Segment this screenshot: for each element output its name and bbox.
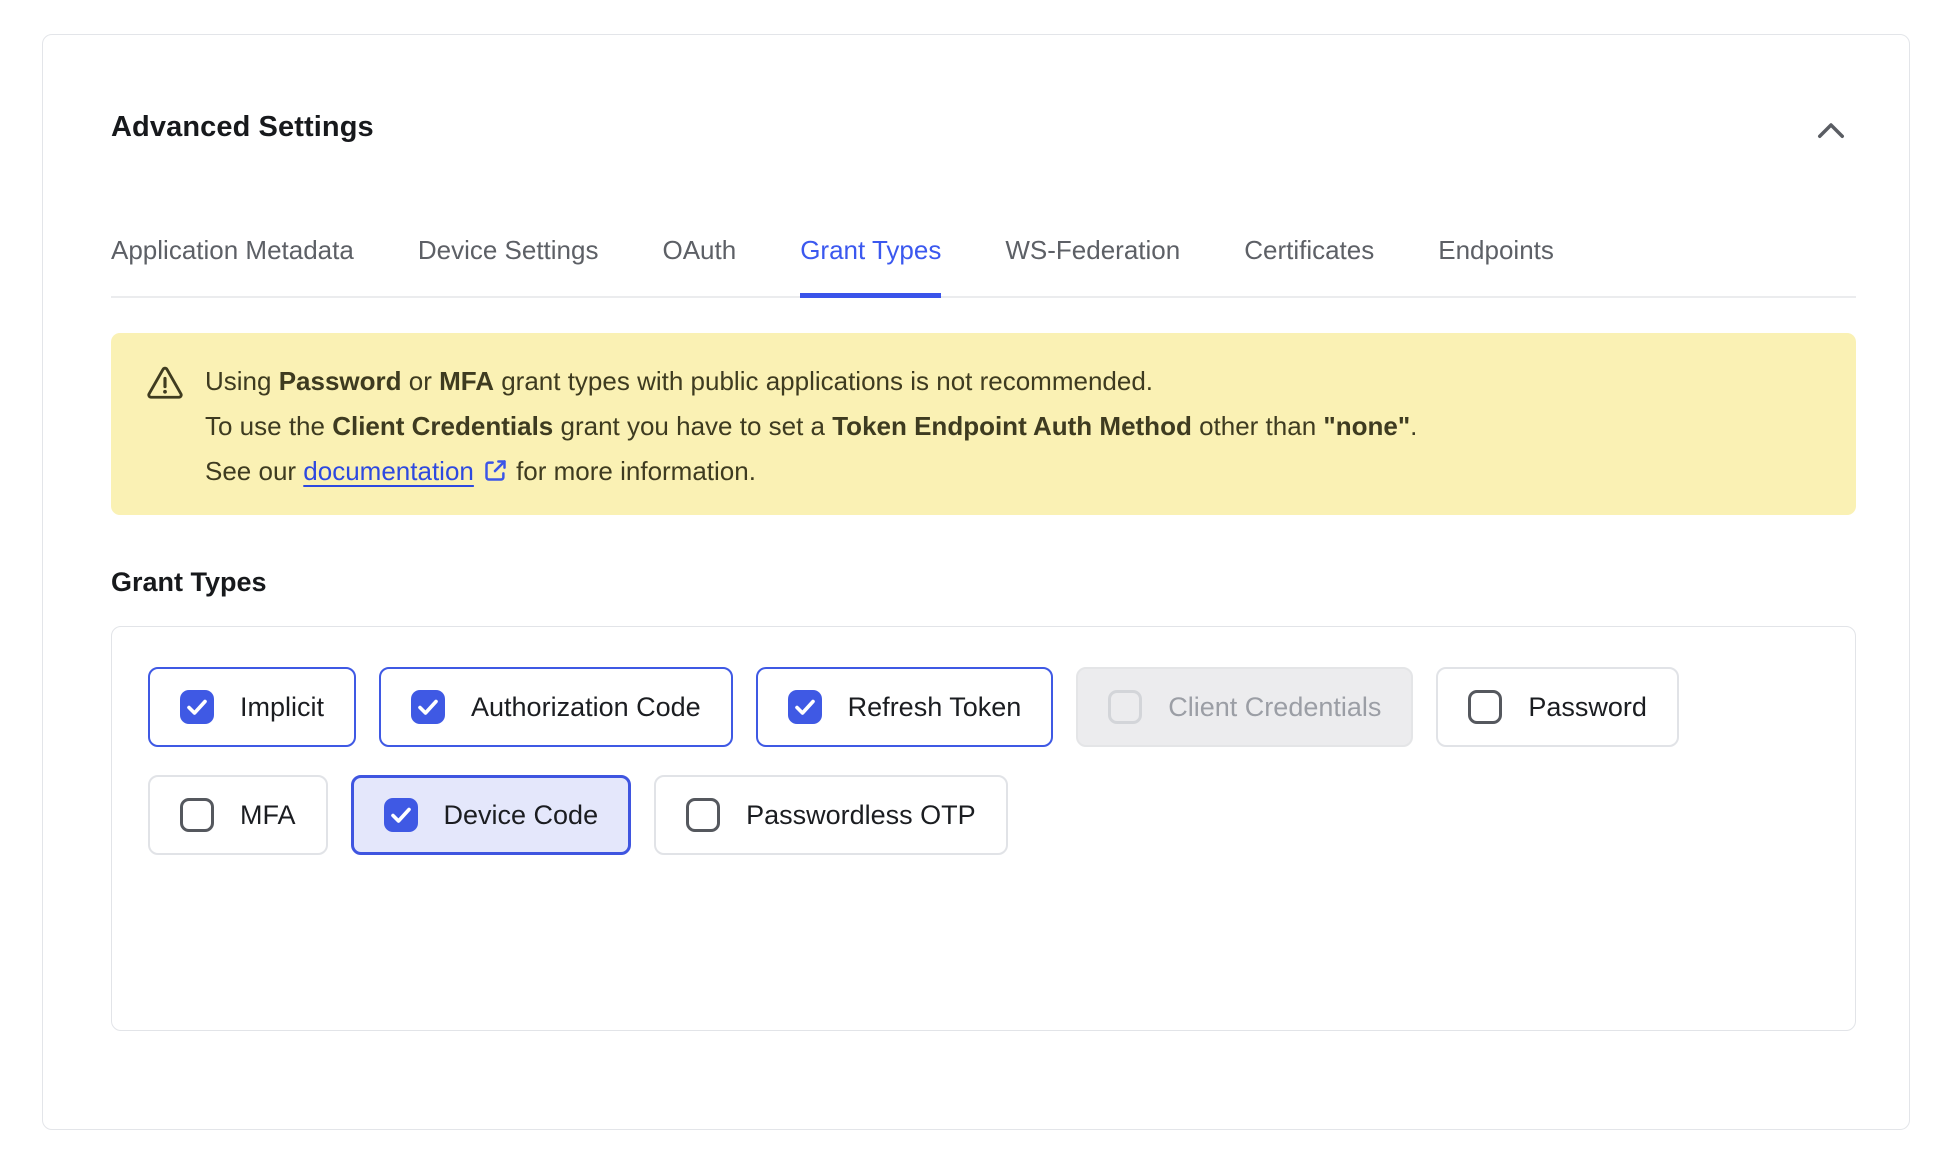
grant-type-mfa[interactable]: MFA [148,775,328,855]
tab-endpoints[interactable]: Endpoints [1438,235,1554,296]
checkbox-unchecked [180,798,214,832]
checkbox-unchecked [1468,690,1502,724]
checkbox-checked [180,690,214,724]
tab-bar: Application Metadata Device Settings OAu… [111,235,1856,298]
grant-type-label: Refresh Token [848,692,1022,723]
grant-type-device-code[interactable]: Device Code [351,775,632,855]
grant-type-label: Passwordless OTP [746,800,976,831]
grant-types-row-1: Implicit Authorization Code Refresh Toke… [148,667,1855,747]
checkmark-icon [794,698,816,716]
grant-type-label: Authorization Code [471,692,701,723]
page-title: Advanced Settings [111,111,374,144]
warning-line-1: Using Password or MFA grant types with p… [205,359,1417,404]
grant-type-implicit[interactable]: Implicit [148,667,356,747]
grant-types-row-2: MFA Device Code Passwordless OTP [148,775,1855,855]
grant-type-label: Device Code [444,800,599,831]
grant-type-password[interactable]: Password [1436,667,1679,747]
grant-type-label: Password [1528,692,1647,723]
tab-certificates[interactable]: Certificates [1244,235,1374,296]
warning-line-3: See our documentation for more informati… [205,449,1417,498]
tab-application-metadata[interactable]: Application Metadata [111,235,354,296]
checkbox-checked [788,690,822,724]
tab-ws-federation[interactable]: WS-Federation [1005,235,1180,296]
checkbox-unchecked-disabled [1108,690,1142,724]
warning-banner: Using Password or MFA grant types with p… [111,333,1856,515]
warning-triangle-icon [147,366,183,405]
tab-device-settings[interactable]: Device Settings [418,235,599,296]
grant-type-passwordless-otp[interactable]: Passwordless OTP [654,775,1008,855]
grant-types-section-label: Grant Types [111,567,267,598]
checkmark-icon [390,806,412,824]
warning-line-2: To use the Client Credentials grant you … [205,404,1417,449]
advanced-settings-card: Advanced Settings Application Metadata D… [42,34,1910,1130]
collapse-section-button[interactable] [1811,115,1851,145]
grant-type-label: Client Credentials [1168,692,1381,723]
grant-type-authorization-code[interactable]: Authorization Code [379,667,733,747]
tab-oauth[interactable]: OAuth [662,235,736,296]
documentation-link[interactable]: documentation [303,456,474,486]
checkmark-icon [186,698,208,716]
grant-types-panel: Implicit Authorization Code Refresh Toke… [111,626,1856,1031]
tab-grant-types[interactable]: Grant Types [800,235,941,296]
chevron-up-icon [1816,121,1846,139]
warning-banner-text: Using Password or MFA grant types with p… [205,359,1417,498]
checkbox-checked [384,798,418,832]
external-link-icon [482,460,509,490]
checkbox-checked [411,690,445,724]
grant-type-label: MFA [240,800,296,831]
checkbox-unchecked [686,798,720,832]
checkmark-icon [417,698,439,716]
grant-type-label: Implicit [240,692,324,723]
grant-type-refresh-token[interactable]: Refresh Token [756,667,1054,747]
grant-type-client-credentials: Client Credentials [1076,667,1413,747]
